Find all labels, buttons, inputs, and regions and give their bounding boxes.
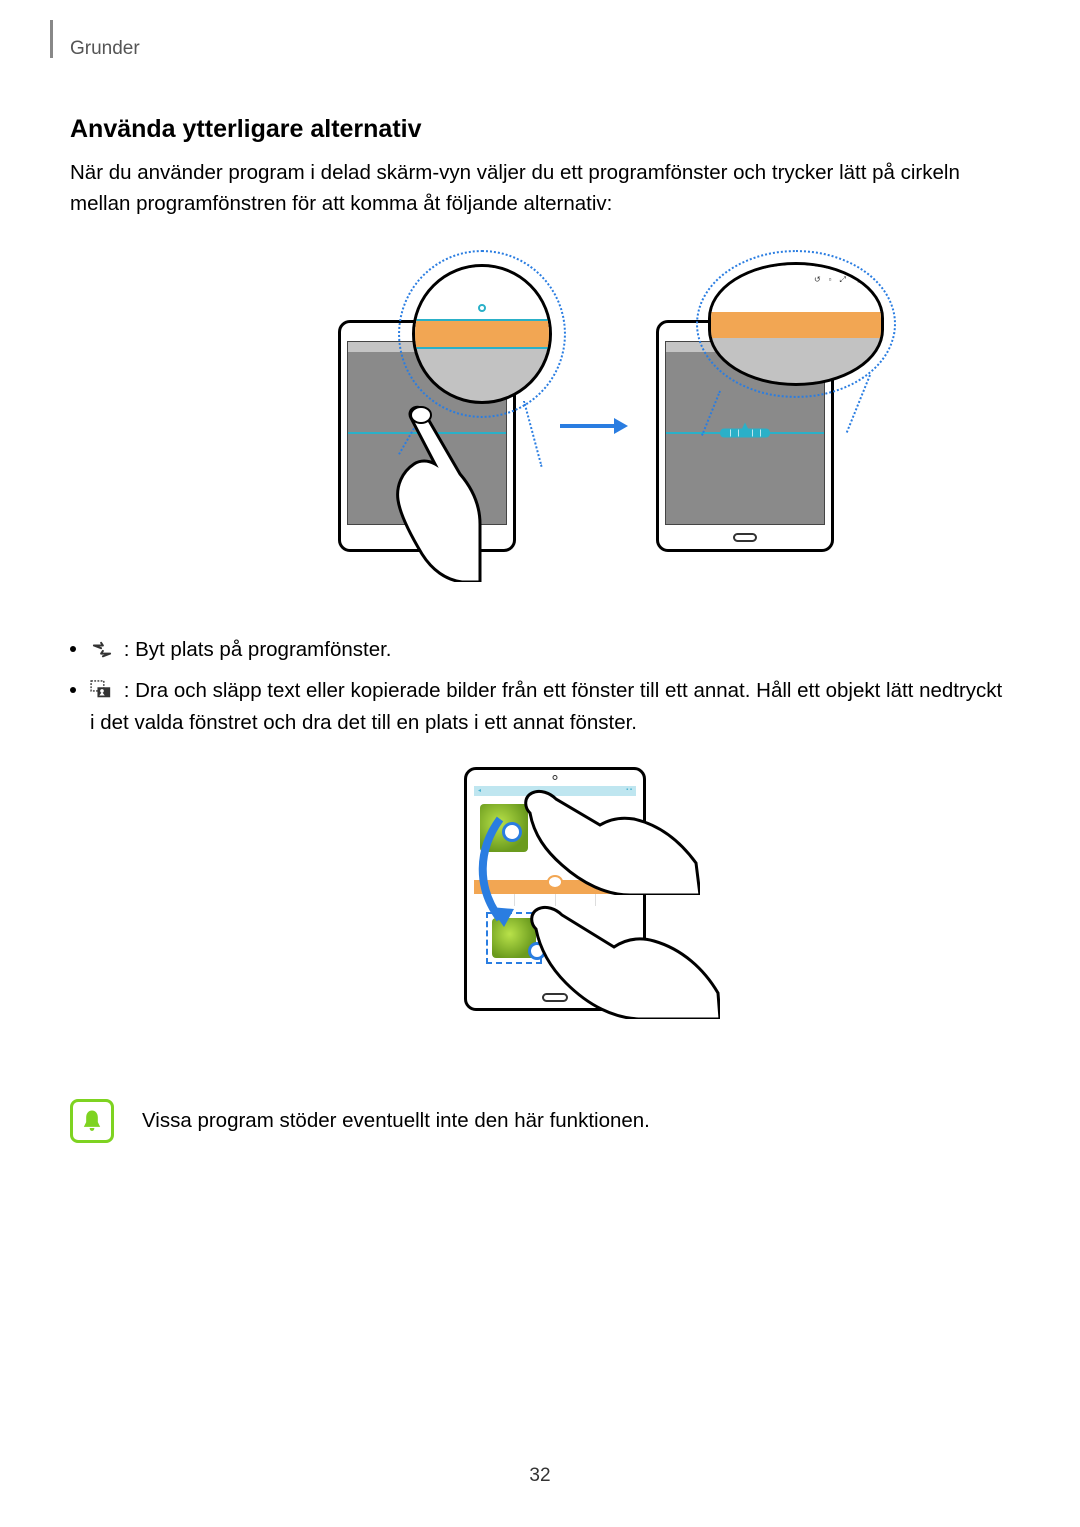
illustration-drag-drop: ◂ ▪ ▪ [380,757,700,1037]
note-text: Vissa program stöder eventuellt inte den… [142,1109,650,1133]
bullet-dot [70,646,76,652]
section-heading: Använda ytterligare alternativ [70,115,1010,144]
intro-paragraph: När du använder program i delad skärm-vy… [70,158,1010,220]
drag-content-icon [90,680,114,700]
bullet-swap-text: Byt plats på programfönster. [135,638,391,661]
swap-windows-icon [90,640,114,660]
arrow-icon [560,424,616,428]
zoom-right-circle: ↺ ▫ ⤢ ⤡ × [696,250,896,398]
header-label: Grunder [70,38,140,60]
bullet-list: : Byt plats på programfönster. : Dra och… [70,634,1010,739]
note-bell-icon [70,1099,114,1143]
illustration-split-screen-options: ↺ ▫ ⤢ ⤡ × [180,250,900,590]
hand-bottom-icon [520,889,720,1019]
zoom-right-iconrow: ↺ ▫ ⤢ ⤡ × [814,275,873,285]
note-row: Vissa program stöder eventuellt inte den… [70,1099,1010,1143]
page-number: 32 [529,1465,550,1487]
header-marker [50,20,53,58]
bullet-drag-text: Dra och släpp text eller kopierade bilde… [90,679,1002,734]
hand-top-icon [510,775,700,895]
hand-icon [372,404,482,582]
bullet-dot [70,687,76,693]
zoom-left-circle [398,250,566,418]
